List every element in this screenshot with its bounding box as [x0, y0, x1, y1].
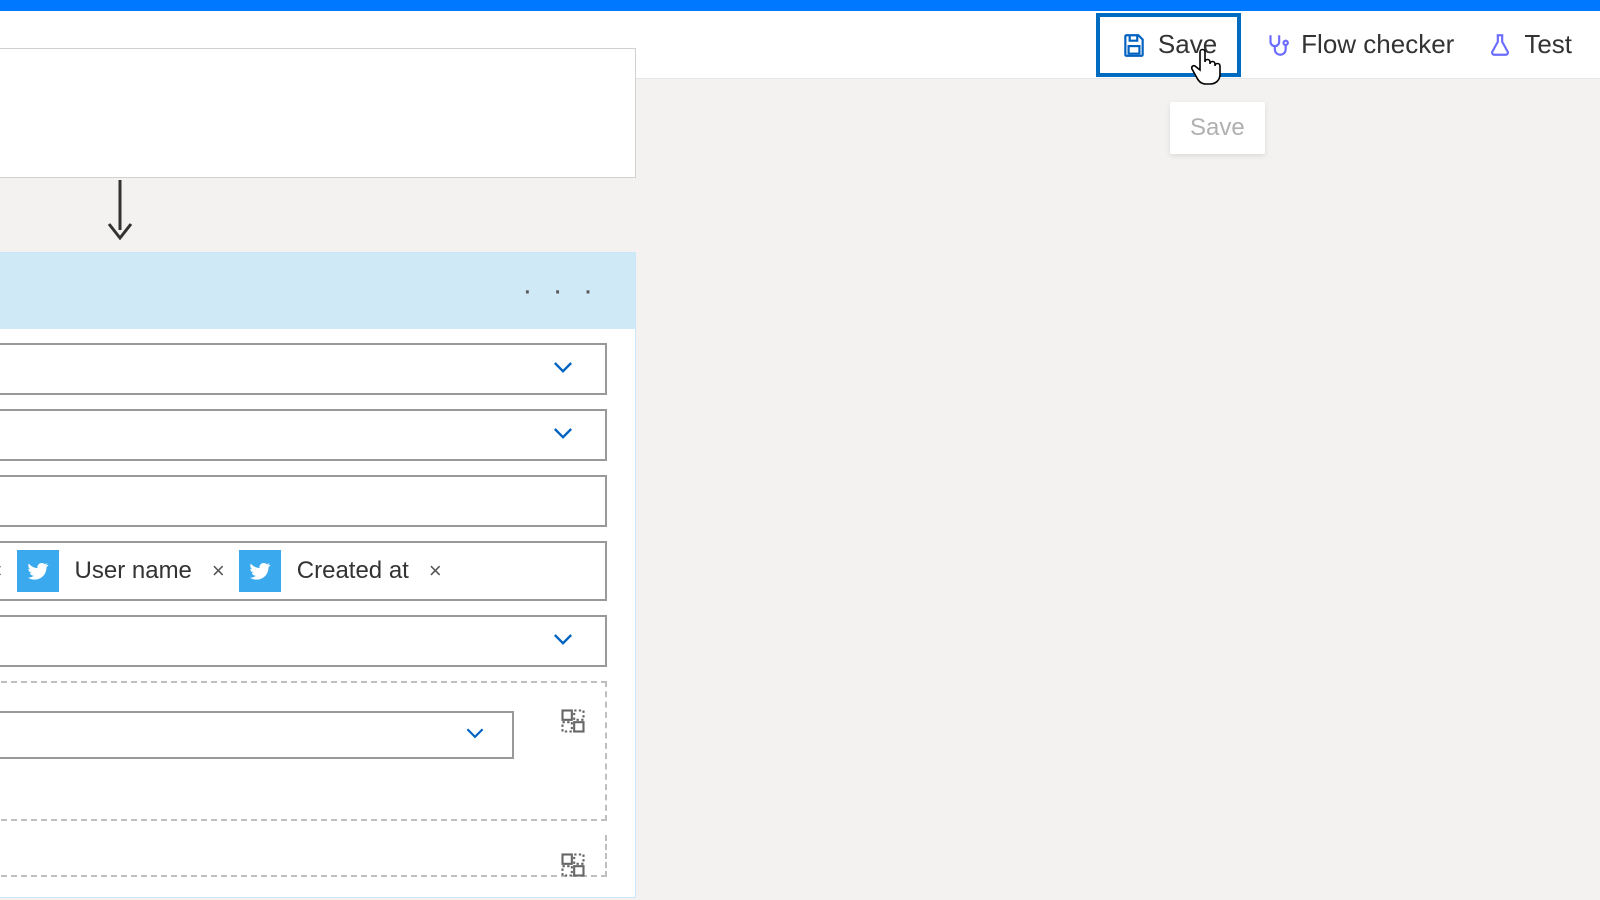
- flow-checker-button[interactable]: Flow checker: [1247, 12, 1470, 78]
- token-input-field-1[interactable]: .) ×: [0, 475, 607, 527]
- dropdown-field-3[interactable]: [0, 615, 607, 667]
- twitter-icon: [239, 550, 281, 592]
- chevron-down-icon: [549, 419, 577, 452]
- dynamic-content-icon[interactable]: [559, 851, 591, 883]
- top-accent-strip: [0, 0, 1600, 11]
- attachment-dropdown[interactable]: [0, 711, 514, 759]
- dynamic-content-icon[interactable]: [559, 707, 591, 739]
- token-label: Created at: [291, 557, 415, 585]
- save-button[interactable]: Save: [1096, 13, 1241, 77]
- save-button-label: Save: [1158, 29, 1217, 60]
- more-options-icon[interactable]: · · ·: [522, 274, 599, 308]
- attachment-subsection-1: [0, 681, 607, 821]
- attachment-subsection-2: [0, 835, 607, 877]
- remove-token-icon[interactable]: ×: [0, 558, 7, 584]
- dropdown-field-1[interactable]: [0, 343, 607, 395]
- flow-arrow-icon: [105, 180, 135, 242]
- test-button[interactable]: Test: [1470, 12, 1588, 78]
- token-label: User name: [69, 557, 198, 585]
- chevron-down-icon: [462, 720, 488, 751]
- twitter-icon: [17, 550, 59, 592]
- dropdown-field-2[interactable]: [0, 409, 607, 461]
- dynamic-token-created-at[interactable]: Created at ×: [239, 550, 446, 592]
- dynamic-token-tweet-text[interactable]: xt ×: [0, 550, 7, 592]
- chevron-down-icon: [549, 625, 577, 658]
- action-step-card: · · · .) × xt: [0, 252, 636, 898]
- dynamic-token-user-name[interactable]: User name ×: [17, 550, 229, 592]
- token-input-field-2[interactable]: xt × User name × Created at ×: [0, 541, 607, 601]
- remove-token-icon[interactable]: ×: [208, 558, 229, 584]
- flask-icon: [1486, 31, 1514, 59]
- stethoscope-icon: [1263, 31, 1291, 59]
- save-tooltip: Save: [1170, 102, 1265, 154]
- save-icon: [1120, 31, 1148, 59]
- chevron-down-icon: [549, 353, 577, 386]
- trigger-step-card[interactable]: [0, 48, 636, 178]
- action-fields-group: .) × xt × User name ×: [0, 329, 635, 897]
- test-button-label: Test: [1524, 29, 1572, 60]
- flow-checker-label: Flow checker: [1301, 29, 1454, 60]
- remove-token-icon[interactable]: ×: [425, 558, 446, 584]
- command-bar-right-group: Save Flow checker: [1096, 11, 1588, 78]
- action-step-header[interactable]: · · ·: [0, 253, 635, 329]
